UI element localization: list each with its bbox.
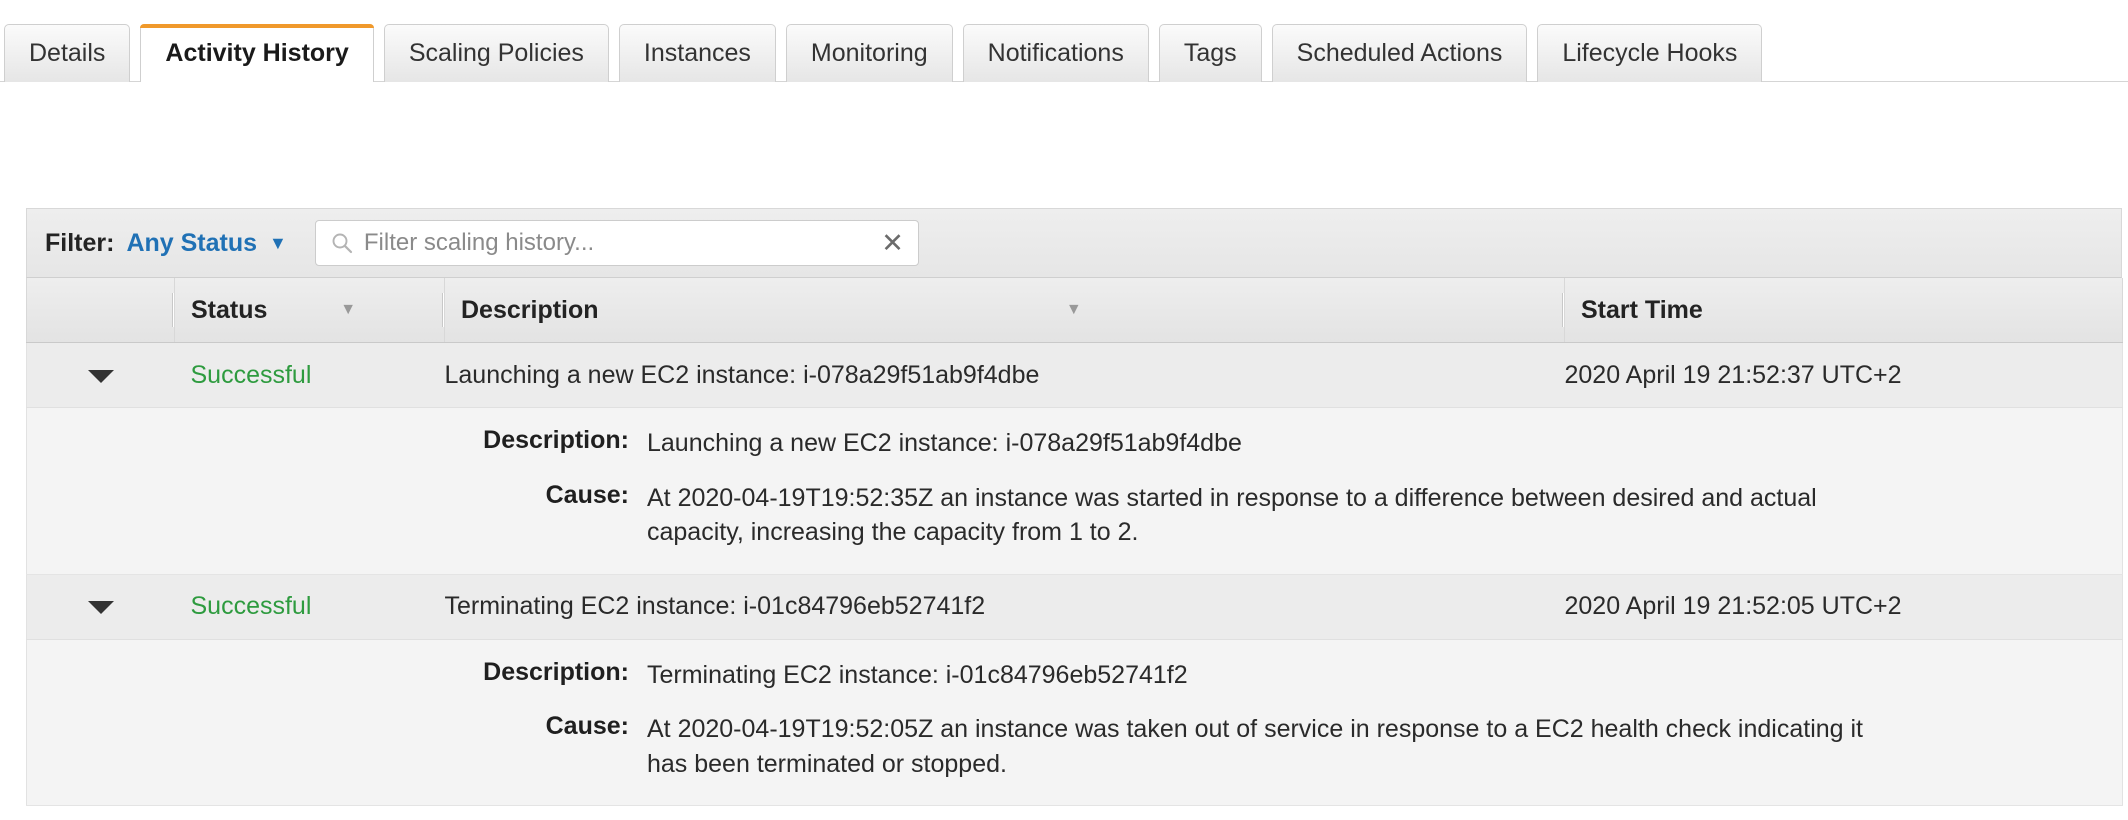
detail-description-line: Description: Terminating EC2 instance: i… [27,658,2122,693]
detail-description-value: Launching a new EC2 instance: i-078a29f5… [647,429,1242,457]
filter-label: Filter: [45,228,115,257]
column-divider [443,293,444,327]
tab-label: Tags [1183,39,1237,67]
tab-label: Scheduled Actions [1296,39,1503,67]
status-badge: Successful [190,592,312,620]
status-filter-dropdown[interactable]: Any Status ▼ [126,229,286,258]
row-expand-toggle[interactable] [26,342,175,408]
column-header-toggle [26,278,175,343]
column-divider [1563,293,1564,327]
detail-description-line: Description: Launching a new EC2 instanc… [27,426,2122,461]
tab-label: Scaling Policies [408,39,584,67]
sort-caret-icon[interactable]: ▼ [1066,301,1096,319]
activity-history-table: Status ▼ Description ▼ Start Time Succes… [26,278,2123,806]
row-start-time-cell: 2020 April 19 21:52:05 UTC+2 [1564,574,2123,640]
tab-label: Details [29,39,106,67]
column-header-description[interactable]: Description ▼ [444,278,1565,343]
table-row[interactable]: Successful Launching a new EC2 instance:… [26,342,2123,408]
detail-cause-value: At 2020-04-19T19:52:05Z an instance was … [647,715,1864,778]
table-header-row: Status ▼ Description ▼ Start Time [26,278,2123,343]
column-header-status[interactable]: Status ▼ [174,278,445,343]
close-icon[interactable]: ✕ [871,229,904,257]
row-status-cell: Successful [174,342,445,408]
tab-tags[interactable]: Tags [1158,24,1262,82]
search-box[interactable]: ✕ [314,220,919,266]
search-input[interactable] [363,229,872,257]
column-header-start-time[interactable]: Start Time [1564,278,2123,343]
detail-cause-line: Cause: At 2020-04-19T19:52:35Z an instan… [27,481,2122,550]
tab-lifecycle-hooks[interactable]: Lifecycle Hooks [1537,24,1763,82]
table-row[interactable]: Successful Terminating EC2 instance: i-0… [26,574,2123,640]
detail-cause-label: Cause: [545,712,629,740]
detail-description-value: Terminating EC2 instance: i-01c84796eb52… [647,660,1188,689]
tab-label: Lifecycle Hooks [1562,39,1738,67]
row-expand-toggle[interactable] [26,574,175,640]
row-status-cell: Successful [174,574,445,640]
tab-label: Activity History [165,39,349,67]
activity-history-panel: Filter: Any Status ▼ ✕ [26,208,2123,806]
tab-bar: Details Activity History Scaling Policie… [0,0,2128,83]
detail-cause-value: At 2020-04-19T19:52:35Z an instance was … [647,483,1817,547]
detail-description-label: Description: [483,657,629,686]
search-icon [332,233,352,254]
tab-label: Notifications [987,39,1124,67]
table-row-detail: Description: Launching a new EC2 instanc… [26,407,2123,575]
tab-instances[interactable]: Instances [618,24,776,82]
column-divider [173,293,174,327]
chevron-down-icon: ▼ [269,232,287,253]
table-row-detail: Description: Terminating EC2 instance: i… [26,639,2123,806]
chevron-down-icon[interactable] [87,601,114,614]
tab-label: Instances [643,39,751,67]
row-description-cell: Launching a new EC2 instance: i-078a29f5… [444,342,1565,408]
detail-cause-label: Cause: [545,480,629,509]
chevron-down-icon[interactable] [87,369,114,383]
tab-notifications[interactable]: Notifications [962,24,1149,82]
column-header-label: Start Time [1581,295,1703,324]
tab-monitoring[interactable]: Monitoring [785,24,953,82]
detail-cause-line: Cause: At 2020-04-19T19:52:05Z an instan… [27,712,2122,781]
column-header-label: Description [461,295,599,324]
detail-description-label: Description: [483,426,629,454]
row-detail-cell: Description: Launching a new EC2 instanc… [26,407,2123,575]
row-detail-cell: Description: Terminating EC2 instance: i… [26,639,2123,806]
sort-caret-icon[interactable]: ▼ [340,301,370,319]
status-filter-value: Any Status [126,228,258,257]
row-start-time-cell: 2020 April 19 21:52:37 UTC+2 [1564,342,2123,408]
status-badge: Successful [190,360,312,389]
tab-details[interactable]: Details [4,24,131,82]
tab-label: Monitoring [810,39,928,67]
column-header-label: Status [191,295,268,324]
tab-scheduled-actions[interactable]: Scheduled Actions [1271,24,1528,82]
tab-activity-history[interactable]: Activity History [140,24,375,83]
row-description-cell: Terminating EC2 instance: i-01c84796eb52… [444,574,1565,640]
tab-scaling-policies[interactable]: Scaling Policies [383,24,609,82]
filter-bar: Filter: Any Status ▼ ✕ [26,208,2122,278]
